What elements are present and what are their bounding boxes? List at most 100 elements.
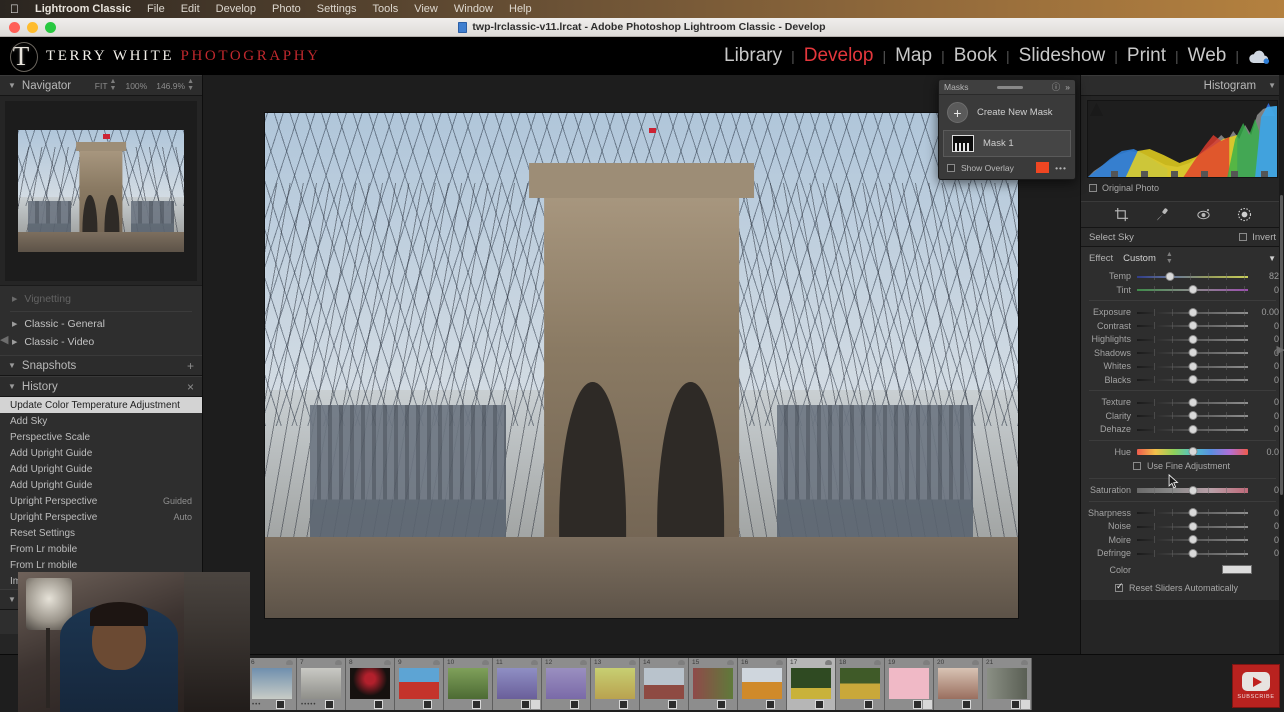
color-swatch[interactable] xyxy=(1222,565,1252,574)
stepper-icon[interactable]: ▲▼ xyxy=(1166,252,1173,265)
slider-noise[interactable]: Noise 0 xyxy=(1081,519,1284,533)
slider-track[interactable] xyxy=(1137,486,1248,495)
effect-value[interactable]: Custom xyxy=(1123,253,1156,264)
preset-group-classic-video[interactable]: ▶ Classic - Video xyxy=(0,333,202,351)
module-book[interactable]: Book xyxy=(954,45,997,67)
slider-track[interactable] xyxy=(1137,321,1248,330)
menu-item-tools[interactable]: Tools xyxy=(373,3,399,15)
zoom-100-option[interactable]: 100% xyxy=(125,81,147,91)
module-map[interactable]: Map xyxy=(895,45,932,67)
zoom-fit-option[interactable]: FIT ▲▼ xyxy=(95,79,117,92)
module-slideshow[interactable]: Slideshow xyxy=(1019,45,1106,67)
history-item[interactable]: Add Sky xyxy=(0,413,202,429)
filmstrip-item[interactable]: 15 xyxy=(689,658,738,710)
slider-texture[interactable]: Texture 0 xyxy=(1081,395,1284,409)
overlay-color-swatch[interactable] xyxy=(1036,162,1049,173)
filmstrip-item[interactable]: 8 xyxy=(346,658,395,710)
chevron-down-icon[interactable]: ▼ xyxy=(8,595,16,604)
right-panel-scrollbar[interactable] xyxy=(1279,75,1284,712)
left-panel-collapse-arrow[interactable]: ◀ xyxy=(0,333,8,346)
slider-temp[interactable]: Temp 82 xyxy=(1081,269,1284,283)
slider-track[interactable] xyxy=(1137,375,1248,384)
filmstrip-item[interactable]: 21 xyxy=(983,658,1032,710)
chevron-down-icon[interactable]: ▼ xyxy=(8,361,16,370)
identity-plate[interactable]: T TERRY WHITE PHOTOGRAPHY xyxy=(4,39,321,73)
mask-list-item[interactable]: Mask 1 xyxy=(943,130,1071,157)
preset-group-classic-general[interactable]: ▶ Classic - General xyxy=(0,315,202,333)
slider-track[interactable] xyxy=(1137,508,1248,517)
history-item[interactable]: Reset Settings xyxy=(0,525,202,541)
slider-sharpness[interactable]: Sharpness 0 xyxy=(1081,506,1284,520)
slider-exposure[interactable]: Exposure 0.00 xyxy=(1081,305,1284,319)
slider-track[interactable] xyxy=(1137,398,1248,407)
spot-removal-icon[interactable] xyxy=(1155,207,1170,222)
cloud-sync-icon[interactable] xyxy=(1248,49,1270,64)
filmstrip-item[interactable]: 11 xyxy=(493,658,542,710)
history-item[interactable]: Upright Perspective Guided xyxy=(0,493,202,509)
masks-panel-header[interactable]: Masks ⓘ » xyxy=(939,80,1075,95)
slider-highlights[interactable]: Highlights 0 xyxy=(1081,332,1284,346)
filmstrip-item[interactable]: 9 xyxy=(395,658,444,710)
invert-checkbox[interactable] xyxy=(1239,233,1247,241)
slider-track[interactable] xyxy=(1137,549,1248,558)
filmstrip-item[interactable]: 10 xyxy=(444,658,493,710)
slider-track[interactable] xyxy=(1137,308,1248,317)
drag-handle-icon[interactable] xyxy=(997,86,1023,89)
right-panel-collapse-arrow[interactable]: ▶ xyxy=(1277,343,1284,356)
menu-item-view[interactable]: View xyxy=(414,3,438,15)
history-item[interactable]: Add Upright Guide xyxy=(0,445,202,461)
select-sky-label[interactable]: Select Sky xyxy=(1089,232,1134,243)
apple-menu-icon[interactable]:  xyxy=(10,2,19,16)
navigator-header[interactable]: ▼ Navigator FIT ▲▼ 100% 146.9% ▲▼ xyxy=(0,75,202,96)
module-web[interactable]: Web xyxy=(1188,45,1227,67)
history-item[interactable]: From Lr mobile xyxy=(0,557,202,573)
module-library[interactable]: Library xyxy=(724,45,782,67)
slider-whites[interactable]: Whites 0 xyxy=(1081,359,1284,373)
menu-item-edit[interactable]: Edit xyxy=(181,3,200,15)
filmstrip-item[interactable]: 20 xyxy=(934,658,983,710)
youtube-subscribe-button[interactable]: SUBSCRIBE xyxy=(1232,664,1280,708)
reset-sliders-checkbox[interactable] xyxy=(1115,584,1123,592)
color-row[interactable]: Color xyxy=(1081,560,1284,580)
slider-track[interactable] xyxy=(1137,411,1248,420)
filmstrip-item[interactable]: 17 xyxy=(787,658,836,710)
chevron-down-icon[interactable]: ▼ xyxy=(8,81,16,90)
slider-track[interactable] xyxy=(1137,447,1248,456)
slider-track[interactable] xyxy=(1137,535,1248,544)
navigator-preview[interactable] xyxy=(5,101,197,281)
slider-saturation[interactable]: Saturation 0 xyxy=(1081,483,1284,497)
filmstrip-item[interactable]: 7 ••••• xyxy=(297,658,346,710)
add-snapshot-button[interactable]: + xyxy=(187,359,194,373)
clear-history-button[interactable]: × xyxy=(187,380,194,394)
create-new-mask-button[interactable]: + Create New Mask xyxy=(939,95,1075,130)
menu-item-file[interactable]: File xyxy=(147,3,165,15)
module-print[interactable]: Print xyxy=(1127,45,1166,67)
slider-shadows[interactable]: Shadows 0 xyxy=(1081,346,1284,360)
slider-track[interactable] xyxy=(1137,425,1248,434)
filmstrip-item[interactable]: 12 xyxy=(542,658,591,710)
module-develop[interactable]: Develop xyxy=(804,45,874,67)
menu-item-photo[interactable]: Photo xyxy=(272,3,301,15)
menu-item-develop[interactable]: Develop xyxy=(216,3,256,15)
masking-icon[interactable] xyxy=(1237,207,1252,222)
menu-item-window[interactable]: Window xyxy=(454,3,493,15)
snapshots-header[interactable]: ▼ Snapshots + xyxy=(0,355,202,376)
photo-preview[interactable] xyxy=(265,113,1018,618)
fine-adjustment-checkbox[interactable] xyxy=(1133,462,1141,470)
histogram-header[interactable]: Histogram ▼ xyxy=(1081,75,1284,96)
reset-sliders-row[interactable]: Reset Sliders Automatically xyxy=(1081,580,1284,596)
slider-contrast[interactable]: Contrast 0 xyxy=(1081,319,1284,333)
menu-item-help[interactable]: Help xyxy=(509,3,532,15)
slider-track[interactable] xyxy=(1137,522,1248,531)
history-item[interactable]: Update Color Temperature Adjustment xyxy=(0,397,202,413)
preset-group-vignetting[interactable]: ▶ Vignetting xyxy=(0,290,202,308)
chevron-down-icon[interactable]: ▼ xyxy=(8,382,16,391)
chevron-down-icon[interactable]: ▼ xyxy=(1268,81,1276,90)
histogram-graph[interactable] xyxy=(1087,100,1278,178)
help-icon[interactable]: ⓘ xyxy=(1052,81,1061,93)
slider-blacks[interactable]: Blacks 0 xyxy=(1081,373,1284,387)
slider-track[interactable] xyxy=(1137,362,1248,371)
original-photo-row[interactable]: Original Photo xyxy=(1081,178,1284,197)
slider-track[interactable] xyxy=(1137,335,1248,344)
history-item[interactable]: Perspective Scale xyxy=(0,429,202,445)
